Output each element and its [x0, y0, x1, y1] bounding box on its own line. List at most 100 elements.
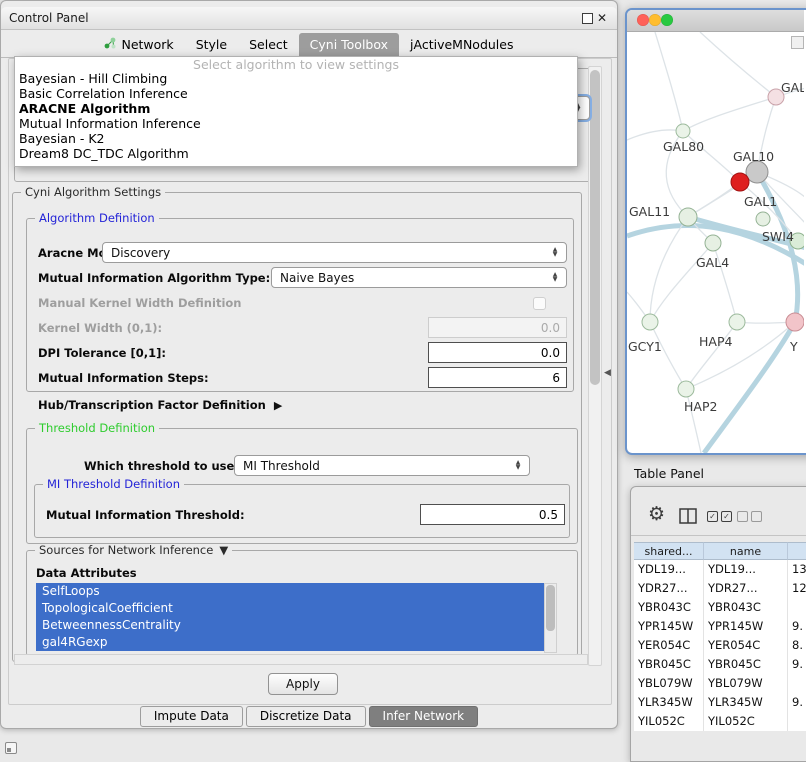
- group-title: Sources for Network Inference ▼: [35, 544, 232, 557]
- dock-panel-icon[interactable]: [5, 742, 17, 754]
- table-header-shared[interactable]: shared...: [634, 542, 704, 560]
- network-edge[interactable]: [700, 32, 776, 97]
- zoom-traffic-light[interactable]: [661, 14, 673, 26]
- network-edge[interactable]: [683, 97, 776, 131]
- table-cell: YPR145W: [634, 617, 704, 636]
- combo-stepper-icon: ▲ ▼: [547, 273, 563, 282]
- network-node[interactable]: [676, 124, 690, 138]
- minimize-traffic-light[interactable]: [649, 14, 661, 26]
- mi-threshold-input[interactable]: [420, 504, 565, 525]
- network-edge[interactable]: [686, 322, 795, 389]
- table-row[interactable]: YPR145WYPR145W9.: [634, 617, 806, 636]
- network-node[interactable]: [746, 161, 768, 183]
- attributes-scrollbar-thumb[interactable]: [546, 585, 555, 631]
- network-scrollbar-button[interactable]: [791, 36, 804, 49]
- network-edge[interactable]: [686, 322, 737, 389]
- node-label: HAP2: [684, 399, 717, 414]
- settings-scrollbar-thumb[interactable]: [590, 70, 600, 385]
- attribute-item-betweennesscentrality[interactable]: BetweennessCentrality: [36, 617, 544, 634]
- table-row[interactable]: YLR345WYLR345W9.: [634, 693, 806, 712]
- table-header-name[interactable]: name: [704, 542, 788, 560]
- horizontal-scrollbar-track[interactable]: [14, 654, 588, 665]
- algorithm-option-basic-correlation-inference[interactable]: Basic Correlation Inference: [15, 86, 577, 101]
- tab-style[interactable]: Style: [185, 33, 238, 57]
- table-cell: YBL079W: [634, 674, 704, 693]
- network-node[interactable]: [678, 381, 694, 397]
- algorithm-option-aracne-algorithm[interactable]: ARACNE Algorithm: [15, 101, 577, 116]
- bottom-tab-infer-network[interactable]: Infer Network: [369, 706, 479, 727]
- panel-collapse-arrow-icon[interactable]: ◀: [604, 368, 611, 378]
- mi-algorithm-type-combo[interactable]: Naive Bayes ▲ ▼: [271, 267, 567, 288]
- close-traffic-light[interactable]: [637, 14, 649, 26]
- traffic-lights: [637, 11, 673, 30]
- expand-arrow-icon[interactable]: ▶: [274, 399, 282, 412]
- table-row[interactable]: YDL19...YDL19...13: [634, 560, 806, 579]
- tab-label: jActiveMNodules: [410, 37, 513, 52]
- mi-steps-label: Mutual Information Steps:: [38, 371, 209, 385]
- algorithm-option-bayesian-hill-climbing[interactable]: Bayesian - Hill Climbing: [15, 71, 577, 86]
- network-canvas[interactable]: GAL7GAL80GAL10GAL11GAL1SWI4GAL4GCY1HAP4H…: [627, 32, 804, 453]
- tab-network[interactable]: Network: [93, 33, 184, 57]
- attribute-item-gal4rgexp[interactable]: gal4RGexp: [36, 634, 544, 651]
- node-label: Y: [789, 339, 798, 354]
- algorithm-option-bayesian-k2[interactable]: Bayesian - K2: [15, 131, 577, 146]
- table-cell: 12: [788, 579, 806, 598]
- attribute-item-selfloops[interactable]: SelfLoops: [36, 583, 544, 600]
- network-edge[interactable]: [655, 32, 683, 131]
- table-cell: YBR043C: [704, 598, 788, 617]
- network-edge[interactable]: [650, 322, 686, 389]
- kernel-width-input[interactable]: [428, 317, 567, 338]
- table-row[interactable]: YBR045CYBR045C9.: [634, 655, 806, 674]
- apply-button[interactable]: Apply: [268, 673, 338, 695]
- table-cell: 8.: [788, 636, 806, 655]
- columns-icon[interactable]: [679, 508, 697, 528]
- network-window-titlebar[interactable]: [627, 10, 804, 32]
- mi-algorithm-type-label: Mutual Information Algorithm Type:: [38, 271, 270, 285]
- table-row[interactable]: YBL079WYBL079W: [634, 674, 806, 693]
- gear-icon[interactable]: ⚙: [648, 503, 665, 525]
- table-cell: YBR043C: [634, 598, 704, 617]
- bottom-tab-impute-data[interactable]: Impute Data: [140, 706, 243, 727]
- tab-jactivemnodules[interactable]: jActiveMNodules: [399, 33, 524, 57]
- table-row[interactable]: YIL052CYIL052C: [634, 712, 806, 731]
- mi-steps-input[interactable]: [428, 367, 567, 388]
- node-label: GAL11: [629, 204, 670, 219]
- tab-select[interactable]: Select: [238, 33, 299, 57]
- aracne-mode-combo[interactable]: Discovery ▲ ▼: [102, 242, 567, 263]
- control-panel-titlebar[interactable]: Control Panel: [1, 7, 617, 30]
- network-node[interactable]: [679, 208, 697, 226]
- table-row[interactable]: YER054CYER054C8.: [634, 636, 806, 655]
- network-node[interactable]: [731, 173, 749, 191]
- data-attributes-label: Data Attributes: [36, 566, 137, 580]
- close-icon[interactable]: ✕: [597, 11, 607, 25]
- network-edge[interactable]: [650, 217, 688, 322]
- table-row[interactable]: YBR043CYBR043C: [634, 598, 806, 617]
- algorithm-option-mutual-information-inference[interactable]: Mutual Information Inference: [15, 116, 577, 131]
- network-node[interactable]: [729, 314, 745, 330]
- manual-kernel-width-checkbox[interactable]: [533, 297, 546, 310]
- table-cell: YDL19...: [704, 560, 788, 579]
- network-node[interactable]: [642, 314, 658, 330]
- table-header-col3[interactable]: [788, 542, 806, 560]
- node-label: GAL80: [663, 139, 704, 154]
- bottom-tab-discretize-data[interactable]: Discretize Data: [246, 706, 366, 727]
- hub-definition-expander[interactable]: Hub/Transcription Factor Definition ▶: [38, 398, 282, 412]
- algorithm-option-dream8-dc-tdc-algorithm[interactable]: Dream8 DC_TDC Algorithm: [15, 146, 577, 161]
- which-threshold-combo[interactable]: MI Threshold ▲ ▼: [234, 455, 530, 476]
- float-window-icon[interactable]: [582, 13, 593, 24]
- network-node[interactable]: [786, 313, 804, 331]
- network-node[interactable]: [756, 212, 770, 226]
- select-all-columns-icon[interactable]: ✓ ✓: [707, 511, 732, 522]
- deselect-all-columns-icon[interactable]: [737, 511, 762, 522]
- table-cell: [788, 674, 806, 693]
- node-label: GAL1: [744, 194, 777, 209]
- table-cell: YDR27...: [704, 579, 788, 598]
- dpi-tolerance-label: DPI Tolerance [0,1]:: [38, 346, 166, 360]
- checked-box-icon: ✓: [721, 511, 732, 522]
- dpi-tolerance-input[interactable]: [428, 342, 567, 363]
- attribute-item-topologicalcoefficient[interactable]: TopologicalCoefficient: [36, 600, 544, 617]
- network-node[interactable]: [705, 235, 721, 251]
- table-row[interactable]: YDR27...YDR27...12: [634, 579, 806, 598]
- collapse-arrow-icon[interactable]: ▼: [219, 544, 228, 557]
- tab-cyni-toolbox[interactable]: Cyni Toolbox: [299, 33, 399, 57]
